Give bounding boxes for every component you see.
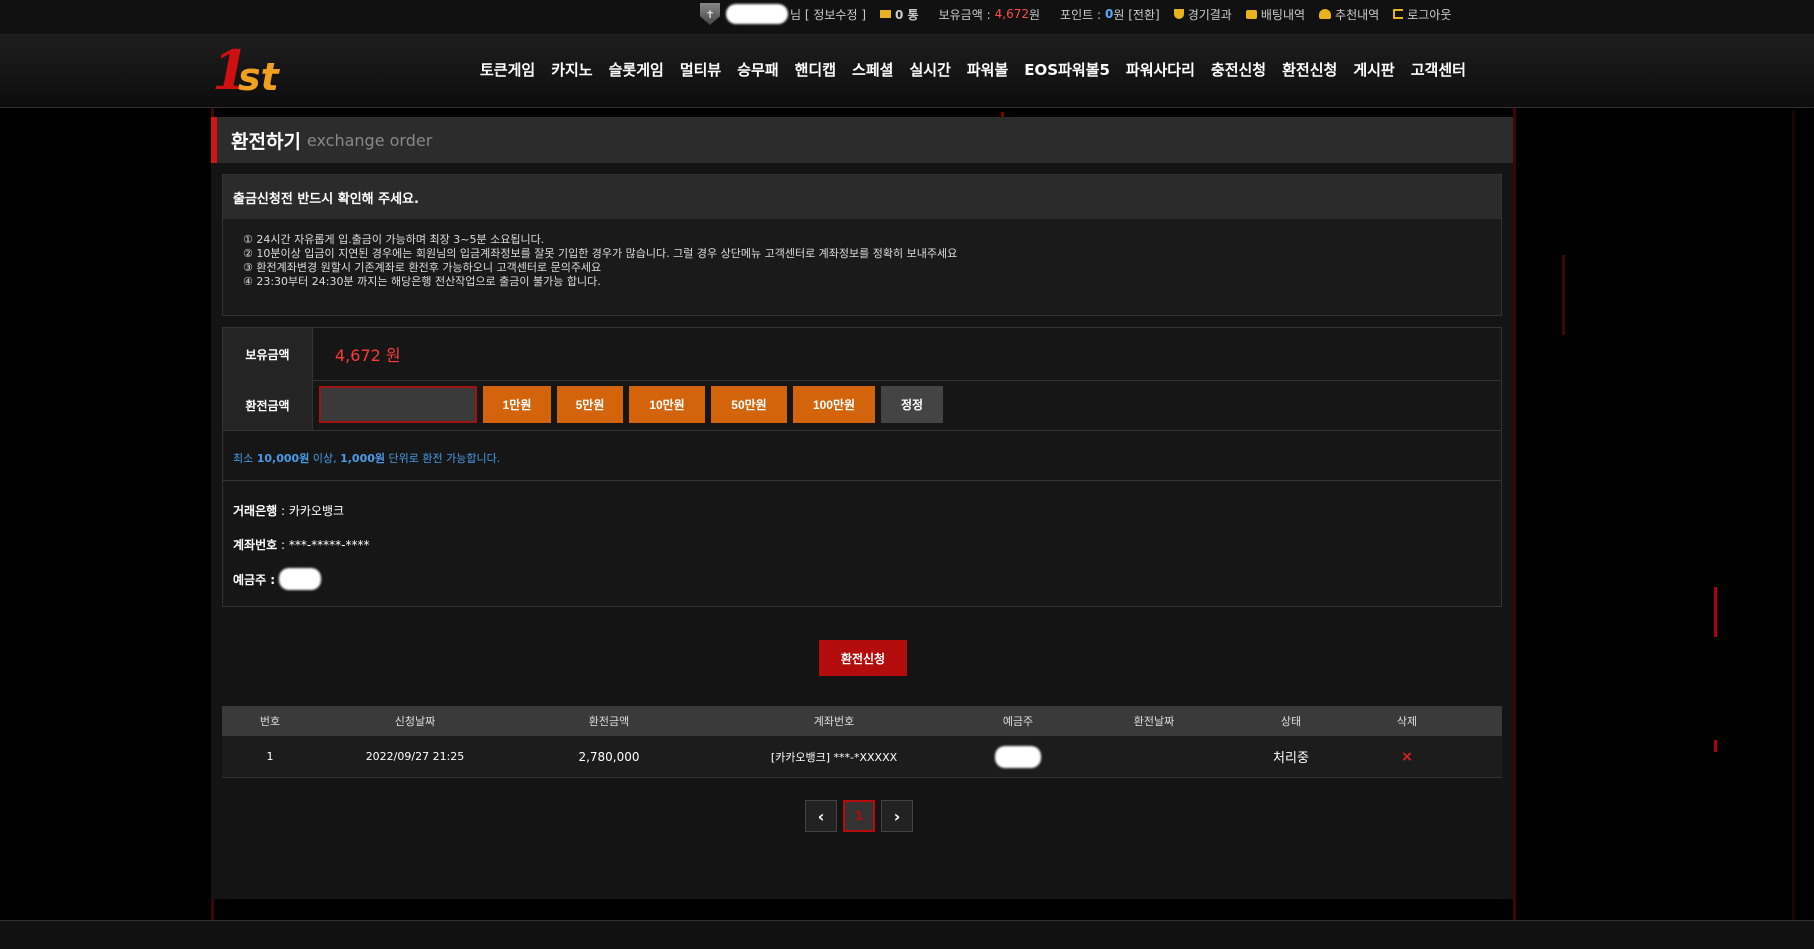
- point-value: 0: [1105, 7, 1114, 21]
- nav-token-game[interactable]: 토큰게임: [472, 59, 543, 80]
- nav-win-draw-lose[interactable]: 승무패: [729, 59, 786, 80]
- holder-info: 예금주 :: [233, 568, 322, 590]
- quick-50k-button[interactable]: 5만원: [557, 386, 623, 423]
- site-logo[interactable]: 1 st: [212, 39, 292, 101]
- quick-10k-button[interactable]: 1만원: [483, 386, 551, 423]
- balance-label: 보유금액: [223, 328, 313, 380]
- results-link[interactable]: 경기결과: [1173, 6, 1232, 23]
- delete-icon[interactable]: ×: [1348, 749, 1466, 765]
- bank-info: 거래은행 : 카카오뱅크: [233, 504, 345, 518]
- top-bar: ✝ 님 [ 정보수정 ] 0 통 보유금액 : 4,672 원 포인트 : 0원 …: [0, 0, 1814, 35]
- balance-display: 보유금액 : 4,672 원: [938, 7, 1041, 22]
- nav-board[interactable]: 게시판: [1345, 59, 1402, 80]
- logout-icon: [1393, 9, 1404, 19]
- nav-eos-powerball[interactable]: EOS파워볼5: [1016, 59, 1118, 80]
- nav-special[interactable]: 스페셜: [844, 59, 901, 80]
- amount-label: 환전금액: [223, 380, 313, 430]
- list-icon: [1245, 9, 1257, 19]
- notice-body: ① 24시간 자유롭게 입.출금이 가능하며 최장 3~5분 소요됩니다. ② …: [223, 219, 1501, 289]
- nav-power-ladder[interactable]: 파워사다리: [1118, 59, 1203, 80]
- holder-redacted: [279, 568, 322, 590]
- nav-live[interactable]: 실시간: [901, 59, 958, 80]
- nav-deposit[interactable]: 충전신청: [1203, 59, 1274, 80]
- envelope-icon: [880, 10, 892, 18]
- table-row: 1 2022/09/27 21:25 2,780,000 [카카오뱅크] ***…: [222, 736, 1502, 778]
- referral-link[interactable]: 추천내역: [1319, 6, 1379, 23]
- bet-history-link[interactable]: 배팅내역: [1245, 6, 1305, 23]
- nav-withdraw[interactable]: 환전신청: [1274, 59, 1345, 80]
- min-amount-note: 최소 10,000원 이상, 1,000원 단위로 환전 가능합니다.: [233, 452, 501, 465]
- footer: [0, 920, 1814, 949]
- page-1-button[interactable]: 1: [843, 800, 875, 832]
- pagination: ‹ 1 ›: [805, 800, 913, 832]
- quick-100k-button[interactable]: 10만원: [629, 386, 705, 423]
- main-nav: 토큰게임 카지노 슬롯게임 멀티뷰 승무패 핸디캡 스페셜 실시간 파워볼 EO…: [472, 59, 1474, 80]
- page-title: 환전하기: [231, 130, 301, 153]
- withdraw-submit-button[interactable]: 환전신청: [819, 640, 907, 676]
- balance-value: 4,672: [994, 7, 1029, 21]
- status-badge: 처리중: [1273, 751, 1309, 766]
- main-content: 환전하기 exchange order 출금신청전 반드시 확인해 주세요. ①…: [211, 117, 1513, 899]
- page-title-bar: 환전하기 exchange order: [211, 117, 1513, 163]
- account-info: 계좌번호 : ***-*****-****: [233, 538, 370, 552]
- notice-line: ④ 23:30부터 24:30분 까지는 해당은행 전산작업으로 출금이 불가능…: [243, 275, 601, 288]
- notice-line: ③ 환전계좌변경 원할시 기존계좌로 환전후 가능하오니 고객센터로 문의주세요: [243, 261, 602, 274]
- notice-box: 출금신청전 반드시 확인해 주세요. ① 24시간 자유롭게 입.출금이 가능하…: [222, 174, 1502, 316]
- nav-casino[interactable]: 카지노: [543, 59, 600, 80]
- users-icon: [1319, 9, 1332, 19]
- nav-support[interactable]: 고객센터: [1403, 59, 1474, 80]
- nav-handicap[interactable]: 핸디캡: [787, 59, 844, 80]
- prev-page-button[interactable]: ‹: [805, 800, 837, 832]
- page-subtitle: exchange order: [306, 130, 433, 150]
- messages-count: 0 통: [895, 7, 919, 22]
- amount-input[interactable]: [319, 386, 477, 423]
- profile-edit-link[interactable]: 님 [ 정보수정 ]: [790, 6, 866, 23]
- notice-line: ② 10분이상 입금이 지연된 경우에는 회원님의 입금계좌정보를 잘못 기입한…: [243, 247, 958, 260]
- notice-heading: 출금신청전 반드시 확인해 주세요.: [223, 175, 1501, 219]
- amount-row: 환전금액 1만원 5만원 10만원 50만원 100만원 정정: [223, 380, 1501, 431]
- nav-powerball[interactable]: 파워볼: [959, 59, 1016, 80]
- holder-redacted: [995, 745, 1041, 768]
- withdraw-history-table: 번호 신청날짜 환전금액 계좌번호 예금주 환전날짜 상태 삭제 1 2022/…: [222, 706, 1502, 778]
- next-page-button[interactable]: ›: [881, 800, 913, 832]
- username-redacted: [726, 4, 788, 24]
- form-balance-value: 4,672 원: [335, 346, 401, 365]
- quick-500k-button[interactable]: 50만원: [711, 386, 787, 423]
- trophy-icon: [1173, 9, 1184, 19]
- logout-link[interactable]: 로그아웃: [1393, 6, 1451, 23]
- point-display[interactable]: 포인트 : 0원 [전환]: [1060, 6, 1160, 23]
- quick-1m-button[interactable]: 100만원: [793, 386, 875, 423]
- messages-link[interactable]: 0 통: [880, 6, 919, 23]
- reset-button[interactable]: 정정: [881, 386, 943, 423]
- nav-multiview[interactable]: 멀티뷰: [672, 59, 729, 80]
- rank-shield-icon: ✝: [700, 3, 720, 25]
- withdraw-form: 보유금액 4,672 원 환전금액 1만원 5만원 10만원 50만원 100만…: [222, 327, 1502, 607]
- table-header: 번호 신청날짜 환전금액 계좌번호 예금주 환전날짜 상태 삭제: [222, 706, 1502, 736]
- notice-line: ① 24시간 자유롭게 입.출금이 가능하며 최장 3~5분 소요됩니다.: [243, 233, 545, 246]
- nav-slot-game[interactable]: 슬롯게임: [601, 59, 672, 80]
- balance-row: 보유금액 4,672 원: [223, 328, 1501, 381]
- min-note-row: 최소 10,000원 이상, 1,000원 단위로 환전 가능합니다.: [223, 430, 1501, 481]
- main-header: 1 st 토큰게임 카지노 슬롯게임 멀티뷰 승무패 핸디캡 스페셜 실시간 파…: [0, 35, 1814, 108]
